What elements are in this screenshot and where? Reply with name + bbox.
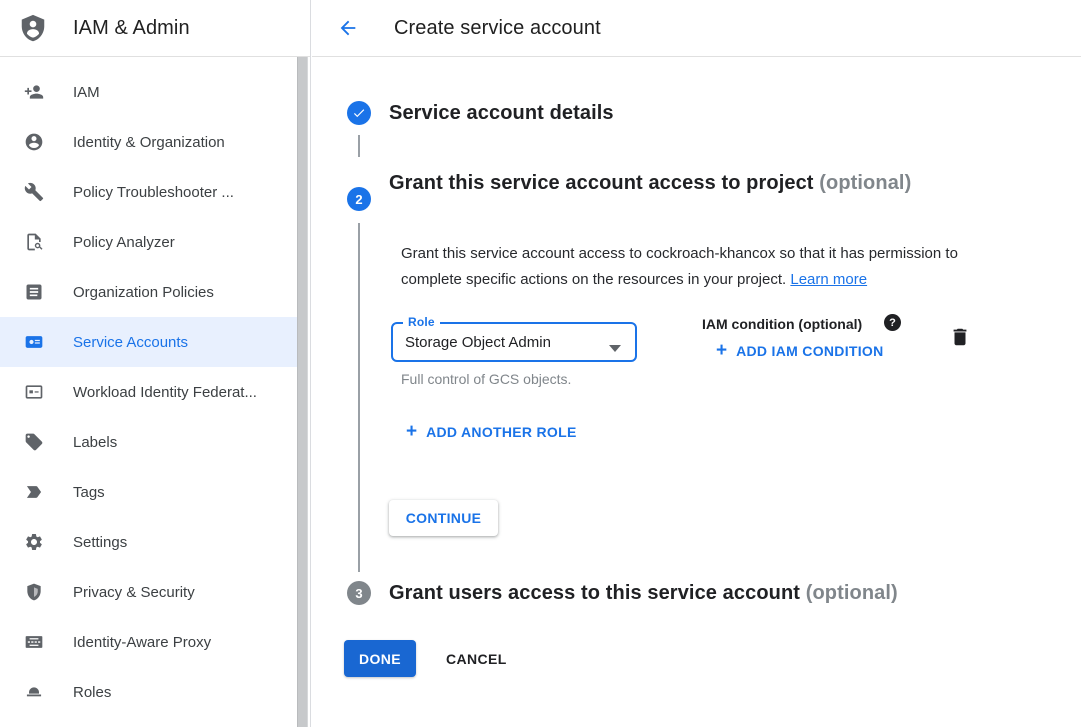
step3-optional-suffix: (optional) — [806, 582, 898, 604]
continue-button[interactable]: CONTINUE — [389, 500, 498, 536]
product-header: IAM & Admin — [0, 0, 310, 57]
delete-role-button[interactable] — [949, 326, 971, 348]
back-button[interactable] — [336, 16, 360, 40]
step3-number: 3 — [355, 586, 362, 601]
sidebar-item-label: Workload Identity Federat... — [73, 384, 257, 401]
trash-icon — [949, 326, 971, 348]
identity-card-icon — [24, 382, 44, 402]
person-add-icon — [24, 82, 44, 102]
page-title: Create service account — [394, 17, 601, 40]
sidebar-item-tags[interactable]: Tags — [0, 467, 297, 517]
sidebar-scrollbar[interactable] — [297, 57, 308, 727]
document-lines-icon — [24, 282, 44, 302]
chevron-down-icon — [609, 339, 621, 357]
done-button[interactable]: DONE — [344, 640, 416, 677]
sidebar: IAM & Admin IAM Identity & Organization … — [0, 0, 311, 727]
service-account-card-icon — [24, 332, 44, 352]
step1-completed-check-icon — [347, 101, 371, 125]
sidebar-item-roles[interactable]: Roles — [0, 667, 297, 717]
sidebar-item-policy-troubleshooter[interactable]: Policy Troubleshooter ... — [0, 167, 297, 217]
step2-title: Grant this service account access to pro… — [389, 166, 949, 201]
page-header: Create service account — [312, 0, 1081, 57]
help-icon[interactable]: ? — [884, 314, 901, 331]
sidebar-item-service-accounts[interactable]: Service Accounts — [0, 317, 297, 367]
step3-number-badge: 3 — [347, 581, 371, 605]
sidebar-item-organization-policies[interactable]: Organization Policies — [0, 267, 297, 317]
plus-icon: + — [716, 342, 727, 359]
hat-icon — [24, 682, 44, 702]
sidebar-item-identity-aware-proxy[interactable]: Identity-Aware Proxy — [0, 617, 297, 667]
iam-admin-console: IAM & Admin IAM Identity & Organization … — [0, 0, 1081, 727]
sidebar-item-label: IAM — [73, 84, 100, 101]
main-pane: Create service account Service account d… — [312, 0, 1081, 727]
sidebar-item-label: Identity-Aware Proxy — [73, 634, 211, 651]
sidebar-item-iam[interactable]: IAM — [0, 67, 297, 117]
role-helper-text: Full control of GCS objects. — [401, 371, 571, 387]
sidebar-item-label: Privacy & Security — [73, 584, 195, 601]
plus-icon: + — [406, 423, 417, 440]
sidebar-item-label: Policy Troubleshooter ... — [73, 184, 234, 201]
sidebar-item-label: Identity & Organization — [73, 134, 225, 151]
sidebar-item-label: Organization Policies — [73, 284, 214, 301]
back-arrow-icon — [337, 17, 359, 39]
step3-title: Grant users access to this service accou… — [389, 582, 898, 605]
role-selected-value: Storage Object Admin — [405, 324, 551, 360]
sidebar-item-identity-organization[interactable]: Identity & Organization — [0, 117, 297, 167]
wrench-icon — [24, 182, 44, 202]
stepper-connector — [358, 223, 360, 572]
create-service-account-form: Service account details 2 Grant this ser… — [312, 57, 1081, 727]
sidebar-item-label: Roles — [73, 684, 111, 701]
iam-condition-label: IAM condition (optional) — [702, 316, 862, 332]
gear-icon — [24, 532, 44, 552]
sidebar-nav: IAM Identity & Organization Policy Troub… — [0, 57, 297, 717]
sidebar-item-label: Settings — [73, 534, 127, 551]
add-another-role-button[interactable]: + ADD ANOTHER ROLE — [406, 423, 577, 440]
sidebar-item-privacy-security[interactable]: Privacy & Security — [0, 567, 297, 617]
sidebar-item-policy-analyzer[interactable]: Policy Analyzer — [0, 217, 297, 267]
sidebar-item-label: Service Accounts — [73, 334, 188, 351]
sidebar-item-labels[interactable]: Labels — [0, 417, 297, 467]
step2-number: 2 — [355, 192, 362, 207]
add-iam-condition-button[interactable]: + ADD IAM CONDITION — [716, 342, 884, 359]
label-tag-icon — [24, 432, 44, 452]
learn-more-link[interactable]: Learn more — [790, 271, 867, 288]
step1-title: Service account details — [389, 102, 614, 125]
document-search-icon — [24, 232, 44, 252]
sidebar-item-label: Labels — [73, 434, 117, 451]
sidebar-item-label: Policy Analyzer — [73, 234, 175, 251]
shield-icon — [24, 582, 44, 602]
role-dropdown[interactable]: Role Storage Object Admin — [391, 322, 637, 362]
product-title: IAM & Admin — [73, 17, 190, 40]
tag-arrow-icon — [24, 482, 44, 502]
proxy-window-icon — [24, 632, 44, 652]
stepper-connector — [358, 135, 360, 157]
step2-optional-suffix: (optional) — [819, 172, 911, 194]
cancel-button[interactable]: CANCEL — [436, 640, 517, 677]
sidebar-item-label: Tags — [73, 484, 105, 501]
step2-description: Grant this service account access to coc… — [401, 241, 1001, 293]
step2-number-badge: 2 — [347, 187, 371, 211]
account-circle-icon — [24, 132, 44, 152]
sidebar-item-workload-identity-federation[interactable]: Workload Identity Federat... — [0, 367, 297, 417]
iam-shield-icon — [18, 12, 48, 44]
sidebar-item-settings[interactable]: Settings — [0, 517, 297, 567]
